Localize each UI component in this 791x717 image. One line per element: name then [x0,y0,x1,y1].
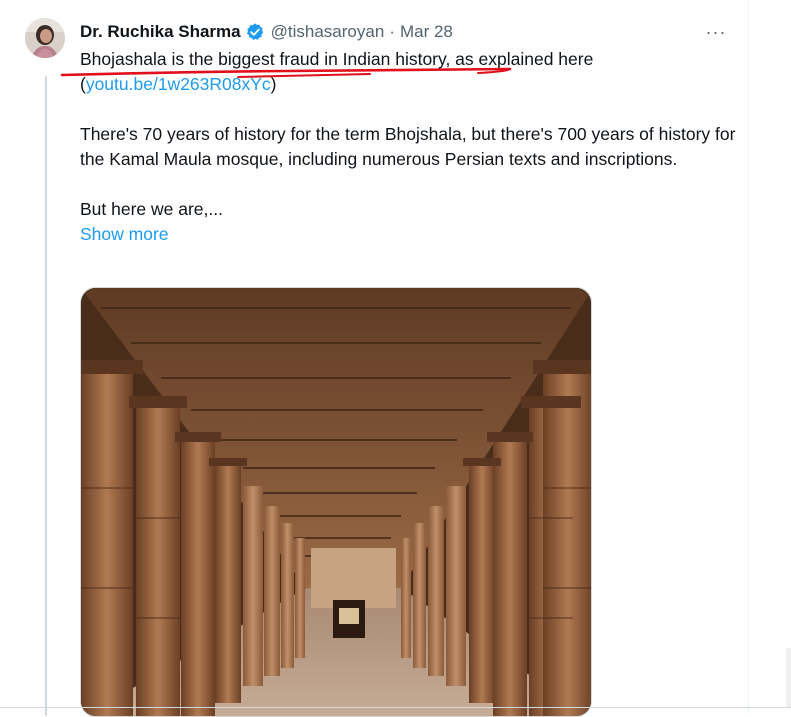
scrollbar-thumb[interactable] [786,648,791,708]
show-more-link[interactable]: Show more [80,222,169,247]
link-close-paren: ) [270,74,277,94]
tweet-line-1-text: Bhojashala is the biggest fraud in India… [80,49,594,69]
tweet-paragraph-2: There's 70 years of history for the term… [80,124,736,169]
tweet-line-1: Bhojashala is the biggest fraud in India… [80,47,740,72]
tweet-text: Bhojashala is the biggest fraud in India… [80,47,740,247]
sidebar-gap [749,0,791,713]
separator-dot: · [389,22,395,41]
youtube-link[interactable]: youtu.be/1w263R08xYc [86,74,271,94]
thread-connector-line [45,76,47,716]
verified-badge-icon [245,22,265,42]
avatar[interactable] [25,18,65,58]
tweet-header: Dr. Ruchika Sharma @tishasaroyan · Mar 2… [80,20,453,44]
author-name[interactable]: Dr. Ruchika Sharma [80,22,241,42]
author-handle[interactable]: @tishasaroyan [271,22,385,42]
tweet-paragraph-3: But here we are,... [80,199,223,219]
more-options-icon[interactable]: ··· [704,20,728,44]
tweet-image[interactable] [80,287,592,717]
tweet-date[interactable]: Mar 28 [400,22,453,42]
bottom-divider [0,707,791,708]
tweet-line-2: (youtu.be/1w263R08xYc) [80,72,740,97]
